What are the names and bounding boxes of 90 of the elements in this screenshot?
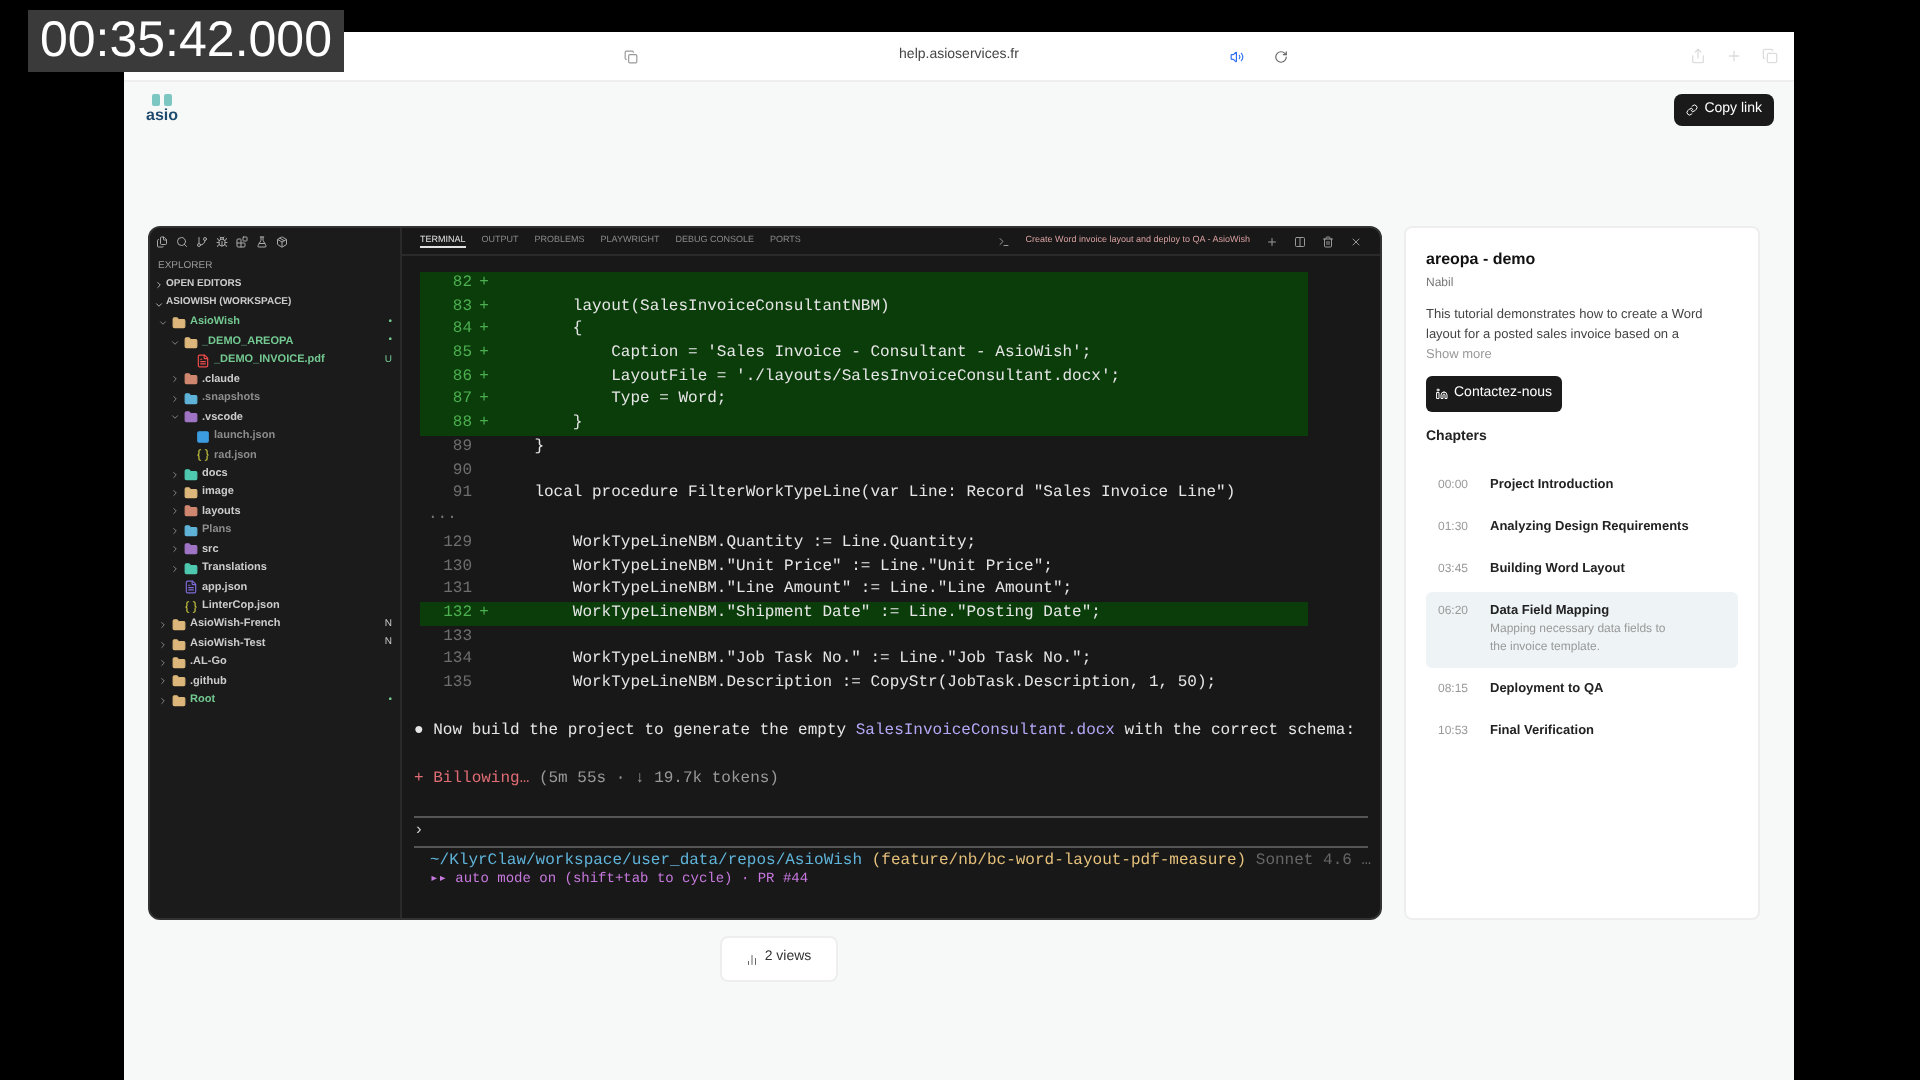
close-icon[interactable] xyxy=(1350,235,1362,247)
code-line: LayoutFile = './layouts/SalesInvoiceConsultant.docx'; xyxy=(609,365,1121,389)
line-number: 135 xyxy=(441,672,472,696)
line-number: 87 xyxy=(450,388,472,413)
collapsed-lines-marker: ... xyxy=(426,505,459,528)
reload-icon[interactable] xyxy=(1274,49,1288,63)
folder-icon xyxy=(184,523,198,538)
source-control-icon[interactable] xyxy=(196,236,208,248)
code-line: WorkTypeLineNBM."Unit Price" := Line."Unit Price"; xyxy=(570,555,1053,579)
braces-icon xyxy=(196,448,210,463)
files-icon[interactable] xyxy=(156,236,168,248)
diff-marker: + xyxy=(479,274,489,292)
line-number: 133 xyxy=(441,625,472,649)
folder-icon xyxy=(184,561,198,576)
folder-icon xyxy=(172,674,186,689)
folder-icon xyxy=(184,372,198,387)
code-line: } xyxy=(570,412,583,436)
video-frame[interactable] xyxy=(148,226,1382,920)
package-icon[interactable] xyxy=(276,236,288,248)
trash-icon[interactable] xyxy=(1322,235,1334,247)
tab-icon[interactable] xyxy=(624,49,638,63)
chevron-down-icon xyxy=(170,412,180,423)
folder-icon xyxy=(172,316,186,331)
line-number: 134 xyxy=(441,648,472,672)
line-number: 90 xyxy=(450,459,472,483)
line-number: 132 xyxy=(441,601,472,626)
folder-icon xyxy=(184,542,198,557)
code-line: WorkTypeLineNBM.Description := CopyStr(JobTask.Description, 1, 50); xyxy=(570,672,1217,696)
braces-icon xyxy=(184,599,198,614)
line-number: 86 xyxy=(450,365,472,389)
bug-icon[interactable] xyxy=(216,236,228,248)
bar-chart-icon xyxy=(746,953,759,965)
line-number: 82 xyxy=(450,272,472,296)
progress-status: + Billowing… (5m 55s · ↓ 19.7k tokens) xyxy=(412,767,781,792)
prompt-input[interactable]: › xyxy=(402,817,1380,846)
recording-timestamp: 00:35:42.000 xyxy=(28,10,344,72)
folder-icon xyxy=(184,410,198,425)
line-number: 85 xyxy=(450,342,472,366)
terminal-icon[interactable] xyxy=(997,235,1010,247)
line-number: 129 xyxy=(441,531,472,556)
folder-icon xyxy=(172,637,186,652)
chevron-right-icon xyxy=(154,280,164,291)
folder-icon xyxy=(184,335,198,350)
logo[interactable]: asio xyxy=(146,94,179,124)
file-icon xyxy=(184,580,198,595)
file-icon xyxy=(196,429,210,444)
line-number: 89 xyxy=(450,435,472,459)
folder-icon xyxy=(184,467,198,482)
code-line: local procedure FilterWorkTypeLine(var Line: Record "Sales Invoice Line") xyxy=(532,482,1236,506)
add-icon[interactable] xyxy=(1266,235,1278,247)
split-icon[interactable] xyxy=(1294,235,1306,247)
folder-icon xyxy=(184,486,198,501)
diff-marker: + xyxy=(479,414,489,433)
folder-icon xyxy=(184,391,198,406)
line-number: 130 xyxy=(441,555,472,579)
speaker-icon[interactable] xyxy=(1230,49,1244,63)
code-line: } xyxy=(532,435,545,459)
code-line: WorkTypeLineNBM."Job Task No." := Line."Job Task No."; xyxy=(570,648,1092,672)
code-line: layout(SalesInvoiceConsultantNBM) xyxy=(570,295,890,319)
diff-marker: + xyxy=(479,344,489,363)
video-title: areopa - demo xyxy=(1426,248,1538,272)
code-line: WorkTypeLineNBM.Quantity := Line.Quantity; xyxy=(570,531,977,556)
linkedin-icon xyxy=(1436,388,1448,400)
code-line: WorkTypeLineNBM."Shipment Date" := Line."Posting Date"; xyxy=(570,601,1101,626)
diff-marker: + xyxy=(479,367,489,386)
folder-icon xyxy=(172,655,186,670)
diff-marker: + xyxy=(479,297,489,316)
code-line: WorkTypeLineNBM."Line Amount" := Line."Line Amount"; xyxy=(570,578,1073,602)
line-number: 83 xyxy=(450,295,472,319)
folder-icon xyxy=(172,618,186,633)
diff-marker: + xyxy=(479,603,489,622)
diff-marker: + xyxy=(479,390,489,409)
status-line: ~/KlyrClaw/workspace/user_data/repos/AsioWish (feature/nb/bc-word-layout-pdf-measure) Sonnet 4.6 … xyxy=(428,849,1374,871)
assistant-message: ● Now build the project to generate the empty SalesInvoiceConsultant.docx with the correct schema: xyxy=(412,719,1358,744)
link-icon xyxy=(1686,104,1699,116)
search-icon[interactable] xyxy=(176,236,188,248)
code-line: Type = Word; xyxy=(609,388,727,413)
diff-marker: + xyxy=(479,320,489,339)
code-line: Caption = 'Sales Invoice - Consultant - AsioWish'; xyxy=(609,342,1092,366)
line-number: 88 xyxy=(450,412,472,436)
folder-icon xyxy=(184,504,198,519)
logo-mark-icon xyxy=(152,94,172,106)
extensions-icon[interactable] xyxy=(236,236,248,248)
line-number: 131 xyxy=(441,578,472,602)
flask-icon[interactable] xyxy=(256,236,268,248)
line-number: 84 xyxy=(450,318,472,343)
code-line: { xyxy=(570,318,583,343)
folder-icon xyxy=(172,693,186,708)
line-number: 91 xyxy=(450,482,472,506)
pdf-file-icon xyxy=(196,353,210,368)
